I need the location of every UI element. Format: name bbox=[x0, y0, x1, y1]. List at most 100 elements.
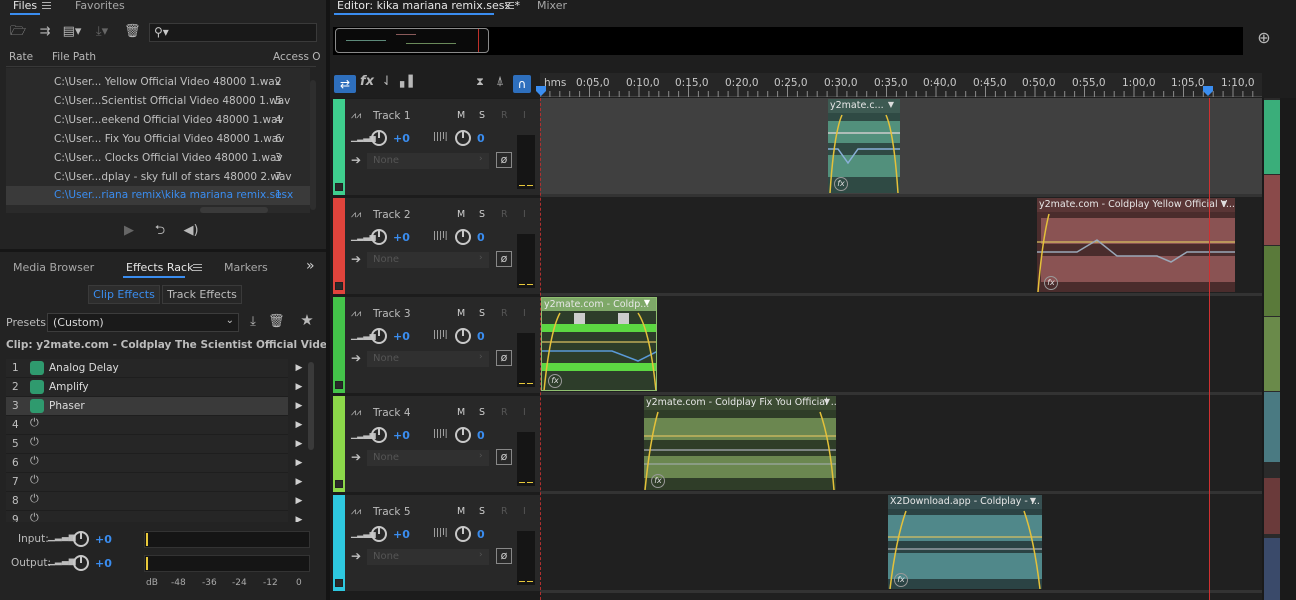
eq-icon[interactable]: ▖▌ bbox=[400, 75, 417, 89]
clip-effects-button[interactable]: Clip Effects bbox=[88, 285, 160, 304]
list-item[interactable]: C:\User... Clocks Official Video 48000 1… bbox=[6, 149, 310, 168]
nav-track-2[interactable] bbox=[1264, 175, 1280, 245]
power-icon[interactable]: ⏻ bbox=[30, 435, 44, 449]
effect-slot-2[interactable]: 2 Amplify bbox=[6, 378, 288, 397]
volume-knob[interactable] bbox=[371, 427, 387, 443]
new-file-icon[interactable]: ▤▾ bbox=[62, 25, 82, 39]
tab-editor[interactable]: Editor: kika mariana remix.sesx * bbox=[337, 0, 520, 12]
effect-slot-5[interactable]: 5 ⏻ bbox=[6, 435, 288, 454]
pan-knob[interactable] bbox=[455, 130, 471, 146]
clip-track-1[interactable]: y2mate.c... ▼ fx bbox=[828, 99, 900, 193]
fx-badge-icon[interactable]: fx bbox=[834, 177, 848, 191]
record-arm-button[interactable]: R bbox=[501, 308, 508, 319]
effect-slot-3[interactable]: 3 Phaser bbox=[6, 397, 288, 416]
mute-button[interactable]: M bbox=[457, 407, 465, 418]
input-monitor-button[interactable]: I bbox=[523, 407, 526, 418]
nav-track-7[interactable] bbox=[1264, 538, 1280, 600]
magnet-snap-icon[interactable]: ∩ bbox=[513, 75, 531, 93]
track-select-checkbox[interactable] bbox=[335, 480, 343, 488]
track-effects-button[interactable]: Track Effects bbox=[162, 285, 242, 304]
clip-track-4[interactable]: y2mate.com - Coldplay Fix You Official .… bbox=[644, 396, 836, 490]
effects-menu-icon[interactable] bbox=[193, 264, 202, 271]
volume-value[interactable]: +0 bbox=[393, 528, 410, 541]
input-select[interactable]: None bbox=[367, 549, 489, 565]
track-lane[interactable] bbox=[540, 98, 1262, 194]
effect-menu-arrow-icon[interactable]: ▶ bbox=[288, 454, 310, 473]
input-monitor-button[interactable]: I bbox=[523, 209, 526, 220]
fx-badge-icon[interactable]: fx bbox=[1044, 276, 1058, 290]
effect-menu-arrow-icon[interactable]: ▶ bbox=[288, 397, 310, 416]
snap-clip-icon[interactable]: ⍋ bbox=[493, 75, 507, 89]
pan-value[interactable]: 0 bbox=[477, 231, 485, 244]
track-select-checkbox[interactable] bbox=[335, 282, 343, 290]
track-color-strip[interactable] bbox=[333, 198, 345, 294]
nav-track-5[interactable] bbox=[1264, 392, 1280, 462]
solo-button[interactable]: S bbox=[479, 110, 485, 121]
play-icon[interactable]: ▶ bbox=[122, 224, 136, 238]
input-monitor-button[interactable]: I bbox=[523, 506, 526, 517]
mute-button[interactable]: M bbox=[457, 209, 465, 220]
editor-menu-icon[interactable] bbox=[505, 2, 514, 9]
track-select-checkbox[interactable] bbox=[335, 579, 343, 587]
solo-button[interactable]: S bbox=[479, 308, 485, 319]
solo-button[interactable]: S bbox=[479, 506, 485, 517]
volume-value[interactable]: +0 bbox=[393, 429, 410, 442]
volume-value[interactable]: +0 bbox=[393, 132, 410, 145]
record-arm-button[interactable]: R bbox=[501, 506, 508, 517]
effect-slot-9[interactable]: 9 ⏻ bbox=[6, 511, 288, 522]
nav-track-6[interactable] bbox=[1264, 478, 1280, 534]
session-overview[interactable] bbox=[333, 27, 1243, 55]
track-color-strip[interactable] bbox=[333, 396, 345, 492]
clip-menu-icon[interactable]: ▼ bbox=[888, 100, 894, 109]
tab-files[interactable]: Files bbox=[13, 0, 37, 12]
clip-track-5[interactable]: X2Download.app - Coldplay - ... ▼ fx bbox=[888, 495, 1042, 589]
send-icon[interactable]: ⇃ bbox=[380, 75, 394, 89]
power-icon[interactable] bbox=[30, 399, 44, 413]
fx-badge-icon[interactable]: fx bbox=[894, 573, 908, 587]
input-select[interactable]: None bbox=[367, 252, 489, 268]
tab-effects-rack[interactable]: Effects Rack bbox=[126, 261, 193, 274]
tab-media-browser[interactable]: Media Browser bbox=[13, 261, 94, 274]
track-select-checkbox[interactable] bbox=[335, 183, 343, 191]
mute-button[interactable]: M bbox=[457, 308, 465, 319]
clip-menu-icon[interactable]: ▼ bbox=[644, 298, 650, 307]
list-item-selected[interactable]: C:\User...riana remix\kika mariana remix… bbox=[6, 186, 310, 205]
pan-value[interactable]: 0 bbox=[477, 132, 485, 145]
track-color-strip[interactable] bbox=[333, 495, 345, 591]
fx-badge-icon[interactable]: fx bbox=[548, 374, 562, 388]
input-select[interactable]: None bbox=[367, 351, 489, 367]
autoplay-icon[interactable]: ◀) bbox=[180, 224, 202, 238]
track-header-1[interactable]: ⩘⩘ Track 1 M S R I ▁▂▃▅ +0 |||l| 0 ➔ None › ø bbox=[333, 99, 540, 195]
tab-mixer[interactable]: Mixer bbox=[537, 0, 567, 12]
power-icon[interactable]: ⏻ bbox=[30, 511, 44, 522]
list-item[interactable]: C:\User...eekend Official Video 48000 1.… bbox=[6, 111, 310, 130]
phase-invert-icon[interactable]: ø bbox=[496, 548, 512, 564]
clip-menu-icon[interactable]: ▼ bbox=[824, 397, 830, 406]
list-item[interactable]: C:\User... Fix You Official Video 48000 … bbox=[6, 130, 310, 149]
mute-button[interactable]: M bbox=[457, 506, 465, 517]
fx-icon[interactable]: fx bbox=[359, 75, 375, 89]
nav-track-4[interactable] bbox=[1264, 317, 1280, 391]
list-item[interactable]: C:\User...Scientist Official Video 48000… bbox=[6, 92, 310, 111]
output-value[interactable]: +0 bbox=[95, 557, 112, 570]
loop-icon[interactable]: ⮌ bbox=[152, 224, 168, 238]
clip-track-2[interactable]: y2mate.com - Coldplay Yellow Official V.… bbox=[1037, 198, 1235, 292]
zoom-fit-icon[interactable]: ⊕ bbox=[1254, 30, 1274, 46]
effect-menu-arrow-icon[interactable]: ▶ bbox=[288, 359, 310, 378]
effect-menu-arrow-icon[interactable]: ▶ bbox=[288, 511, 310, 522]
tab-markers[interactable]: Markers bbox=[224, 261, 268, 274]
effect-slot-7[interactable]: 7 ⏻ bbox=[6, 473, 288, 492]
solo-button[interactable]: S bbox=[479, 407, 485, 418]
track-name[interactable]: Track 1 bbox=[373, 110, 411, 122]
vertical-navigator[interactable] bbox=[1262, 98, 1296, 600]
col-access[interactable]: Access O bbox=[273, 51, 321, 63]
clip-track-3[interactable]: y2mate.com - Coldp... ▼ fx bbox=[541, 297, 657, 391]
effect-slot-4[interactable]: 4 ⏻ bbox=[6, 416, 288, 435]
pan-value[interactable]: 0 bbox=[477, 429, 485, 442]
effects-list-scrollbar[interactable] bbox=[308, 362, 314, 450]
track-header-2[interactable]: ⩘⩘ Track 2 M S R I ▁▂▃▅ +0 |||l| 0 ➔ None › ø bbox=[333, 198, 540, 294]
pan-knob[interactable] bbox=[455, 526, 471, 542]
open-folder-icon[interactable]: 🗁 bbox=[10, 25, 26, 39]
nav-track-3[interactable] bbox=[1264, 246, 1280, 316]
input-knob[interactable] bbox=[73, 531, 89, 547]
